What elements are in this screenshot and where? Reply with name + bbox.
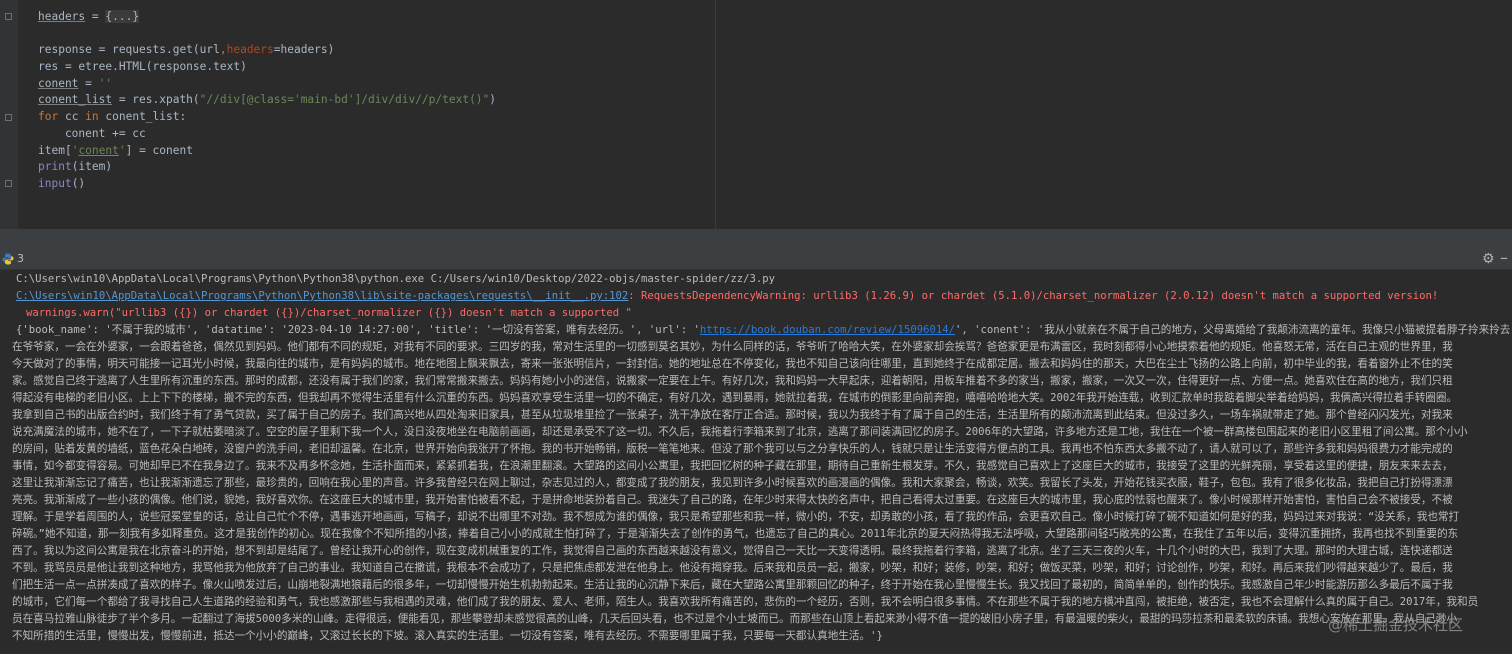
- console-output-line: 碎碗。”她不知道，那一刻我有多如释重负。这才是我创作的初心。现在我像个不知所措的…: [12, 528, 1459, 540]
- code-line: item['conent'] = conent: [38, 143, 193, 157]
- console-output-line: 西了。我以为这间公寓是我在北京奋斗的开始，想不到却是结尾了。曾经让我开心的创作，…: [12, 545, 1453, 557]
- panel-separator[interactable]: [0, 229, 1512, 249]
- gear-icon[interactable]: ⚙: [1482, 251, 1495, 267]
- console-output-line: 不知所措的生活里，慢慢出发，慢慢前进，抵达一个小小的巅峰，又滚过长长的下坡。滚入…: [12, 630, 883, 642]
- console-output-line: 这里让我渐渐忘记了痛苦，也让我渐渐遗忘了那些，最珍贵的，回响在我心里的声音。许多…: [12, 477, 1453, 489]
- console-command-line: C:\Users\win10\AppData\Local\Programs\Py…: [16, 273, 775, 285]
- output-prefix: {'book_name': '不属于我的城市', 'datatime': '20…: [16, 324, 700, 336]
- console-output-line: 说充满魔法的城市，她不在了，一下子就枯萎暗淡了。空空的屋子里剩下我一个人，没日没…: [12, 426, 1468, 438]
- code-lines[interactable]: headers = {...} response = requests.get(…: [38, 9, 496, 193]
- code-line: for cc in conent_list:: [38, 110, 187, 124]
- warning-file-link[interactable]: C:\Users\win10\AppData\Local\Programs\Py…: [16, 290, 628, 302]
- console-output-line: 今天做对了的事情，明天可能接一记耳光小时候，我最向往的城市，是有妈妈的城市。地在…: [12, 358, 1453, 370]
- editor-gutter: [0, 0, 18, 229]
- console-output-first-line: {'book_name': '不属于我的城市', 'datatime': '20…: [16, 322, 1512, 339]
- output-suffix: ', 'conent': '我从小就亲在不属于自己的地方，父母离婚给了我颠沛流离…: [954, 324, 1512, 336]
- console-gutter: [0, 270, 10, 654]
- console-output-line: 事情，如今都变得容易。可她却早已不在我身边了。我来不及再多怀念她，生活扑面而来，…: [12, 460, 1453, 472]
- console-output-line: 在爷爷家，一会在外婆家，一会跟着爸爸，偶然见到妈妈。他们都有不同的规矩，对我有不…: [12, 341, 1453, 353]
- console-output-line: 理解。于是学着周围的人，说些冠冕堂皇的话，总让自己忙个不停，遇事逃开地画画，写稿…: [12, 511, 1460, 523]
- console-output-line: 我拿到自己书的出版合约时，我们终于有了勇气贷款，买了属于自己的房子。我们高兴地从…: [12, 409, 1453, 421]
- console-output-line: 得起没有电梯的老旧小区。上上下下的楼梯，搬不完的东西，但我却再不觉得生活里有什么…: [12, 392, 1458, 404]
- watermark: @稀土掘金技术社区: [1328, 616, 1464, 634]
- code-line: print(item): [38, 160, 113, 174]
- code-editor[interactable]: headers = {...} response = requests.get(…: [0, 0, 1512, 229]
- console-warning-line-2: warnings.warn("urllib3 ({}) or chardet (…: [26, 307, 632, 319]
- review-url-link[interactable]: https://book.douban.com/review/15096014/: [700, 324, 955, 336]
- python-icon: [2, 253, 14, 265]
- code-line: response = requests.get(url,headers=head…: [38, 43, 335, 57]
- warning-text: : RequestsDependencyWarning: urllib3 (1.…: [628, 290, 1439, 302]
- fold-marker-icon[interactable]: [5, 13, 12, 20]
- right-margin-guide: [715, 0, 716, 229]
- console-output-line: 员在喜马拉雅山脉徒步了半个多月。一起翻过了海拔5000多米的山峰。走得很远，便能…: [12, 613, 1458, 625]
- code-line: conent_list = res.xpath("//div[@class='m…: [38, 93, 497, 107]
- code-line: res = etree.HTML(response.text): [38, 60, 247, 74]
- run-tab-label[interactable]: 3: [17, 252, 24, 265]
- code-line: headers = {...}: [38, 10, 140, 23]
- fold-marker-icon[interactable]: [5, 180, 12, 187]
- console-output-line: 家。感觉自己终于逃离了人生里所有沉重的东西。那时的成都，还没有属于我们的家，我们…: [12, 375, 1453, 387]
- console-warning-line: C:\Users\win10\AppData\Local\Programs\Py…: [16, 288, 1438, 305]
- minimize-icon[interactable]: –: [1500, 248, 1508, 267]
- run-toolbar: 3 ⚙ –: [0, 248, 1512, 270]
- fold-marker-icon[interactable]: [5, 114, 12, 121]
- code-line: conent += cc: [38, 126, 146, 140]
- console-output-line: 亮亮。我渐渐成了一些小孩的偶像。他们说，貌她，我好喜欢你。在这座巨大的城市里，我…: [12, 494, 1453, 506]
- console-output-line: 的房间，贴着发黄的墙纸，蓝色花朵白地砖，没窗户的洗手间，老旧却温馨。在北京，世界…: [12, 443, 1453, 455]
- console-output-line: 的城市，它们每一个都给了我寻找自己人生道路的经验和勇气，我也感激那些与我相遇的灵…: [12, 596, 1479, 608]
- console-output-line: 不到。我骂员员是他让我到这种地方，我骂他我为他放弃了自己的事业。我知道自己在撒谎…: [12, 562, 1453, 574]
- code-line: input(): [38, 176, 86, 190]
- code-line: conent = '': [38, 76, 113, 90]
- console-output[interactable]: C:\Users\win10\AppData\Local\Programs\Py…: [0, 270, 1512, 654]
- console-output-line: 们把生活一点一点拼凑成了喜欢的样子。像火山喷发过后，山崩地裂满地狼藉后的很多年，…: [12, 579, 1453, 591]
